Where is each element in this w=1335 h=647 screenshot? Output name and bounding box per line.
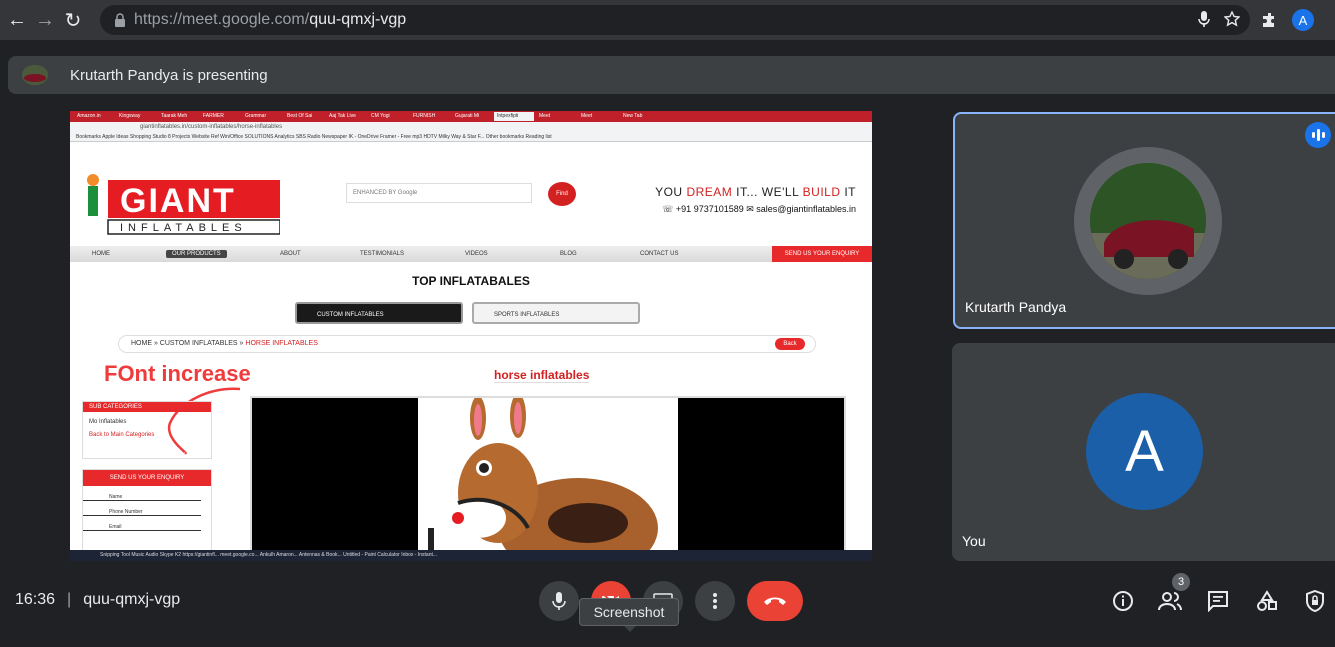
meeting-time: 16:36 — [15, 591, 56, 608]
site-search-input[interactable]: ENHANCED BY Google — [346, 183, 532, 203]
shapes-icon — [1257, 590, 1277, 611]
host-controls-button[interactable] — [1302, 588, 1328, 614]
site-nav-products[interactable]: OUR PRODUCTS — [166, 250, 227, 258]
site-nav-testimonials[interactable]: TESTIMONIALS — [360, 251, 404, 257]
more-vertical-icon — [713, 593, 717, 609]
name-field[interactable]: Name — [83, 494, 201, 501]
sub-categories-box: SUB CATEGORIES Mo Inflatables Back to Ma… — [82, 401, 212, 459]
site-nav-home[interactable]: HOME — [92, 251, 110, 257]
lock-icon — [115, 13, 125, 27]
shared-browser-tab: Amazon.in — [77, 113, 101, 119]
svg-text:INFLATABLES: INFLATABLES — [120, 222, 247, 234]
shared-browser-tab: Meet — [581, 113, 593, 119]
site-find-button[interactable]: Find — [548, 182, 576, 206]
site-nav-about[interactable]: ABOUT — [280, 251, 301, 257]
page-heading: horse inflatables — [494, 368, 590, 383]
participant-tile-presenter[interactable]: Krutarth Pandya — [953, 112, 1335, 329]
activities-button[interactable] — [1254, 588, 1280, 614]
hang-up-icon — [764, 597, 786, 605]
site-nav: HOME OUR PRODUCTS ABOUT TESTIMONIALS VID… — [70, 246, 872, 262]
site-nav-contact[interactable]: CONTACT US — [640, 251, 678, 257]
participants-button[interactable] — [1157, 588, 1183, 614]
participant-tile-self[interactable]: A You — [952, 343, 1335, 561]
microphone-icon[interactable] — [1198, 11, 1210, 27]
microphone-icon — [552, 592, 566, 610]
site-nav-blog[interactable]: BLOG — [560, 251, 577, 257]
chat-button[interactable] — [1205, 588, 1231, 614]
shared-browser-tab: Intpexfipti — [494, 112, 534, 121]
meeting-code: quu-qmxj-vgp — [83, 591, 181, 608]
enquiry-form: SEND US YOUR ENQUIRY Name Phone Number E… — [82, 469, 212, 561]
sports-inflatables-tab[interactable]: SPORTS INFLATABLES — [472, 302, 640, 324]
email-field[interactable]: Email — [83, 524, 201, 531]
site-breadcrumb: HOME » CUSTOM INFLATABLES » HORSE INFLAT… — [118, 335, 816, 353]
shared-browser-tab: Gujarati Mi — [455, 113, 480, 119]
giant-logo: GIANT INFLATABLES — [80, 170, 281, 238]
custom-inflatables-tab[interactable]: CUSTOM INFLATABLES — [295, 302, 463, 324]
back-to-main-link[interactable]: Back to Main Categories — [83, 432, 211, 438]
site-nav-videos[interactable]: VIDEOS — [465, 251, 488, 257]
leave-call-button[interactable] — [747, 581, 803, 621]
participant-avatar — [1074, 147, 1222, 295]
sub-category-item[interactable]: Mo Inflatables — [83, 419, 211, 425]
site-enquiry-button[interactable]: SEND US YOUR ENQUIRY — [772, 246, 872, 262]
bookmark-star-icon[interactable] — [1224, 11, 1240, 27]
presenter-avatar — [22, 65, 48, 85]
back-button[interactable]: Back — [775, 338, 805, 350]
site-tagline: YOU DREAM IT... WE'LL BUILD IT — [655, 185, 856, 199]
presenting-banner: Krutarth Pandya is presenting — [8, 56, 1335, 94]
shared-screen: Amazon.in Kingsway Taarak Meh FARMER Grammar… — [70, 111, 872, 561]
shared-browser-tab: Best Of Sai — [287, 113, 313, 119]
site-header: GIANT INFLATABLES ENHANCED BY Google Fin… — [70, 152, 872, 242]
phone-field[interactable]: Phone Number — [83, 509, 201, 516]
microphone-button[interactable] — [539, 581, 579, 621]
shared-browser-tab: New Tab — [623, 113, 643, 119]
people-icon — [1158, 592, 1182, 611]
self-avatar: A — [1086, 393, 1203, 510]
reload-icon[interactable]: ↻ — [62, 9, 84, 32]
back-icon[interactable]: ← — [6, 9, 28, 31]
address-bar[interactable]: https://meet.google.com/quu-qmxj-vgp — [100, 5, 1250, 35]
participant-name: Krutarth Pandya — [965, 299, 1067, 315]
shared-browser-tab: Grammar — [245, 113, 267, 119]
profile-avatar[interactable]: A — [1292, 9, 1314, 31]
forward-icon[interactable]: → — [34, 9, 56, 31]
shared-bookmarks-bar: Bookmarks Apple Ideas Shopping Studio 8 … — [70, 132, 872, 142]
meeting-info: 16:36 | quu-qmxj-vgp — [15, 591, 181, 608]
enquiry-form-header: SEND US YOUR ENQUIRY — [83, 470, 211, 486]
shared-browser-tab: CM Yogi — [371, 113, 390, 119]
shared-browser-tabs: Amazon.in Kingsway Taarak Meh FARMER Grammar… — [70, 111, 872, 122]
screenshot-tooltip: Screenshot — [579, 598, 679, 632]
horse-inflatable-image — [418, 398, 678, 561]
shared-browser-tab: Meet — [539, 113, 551, 119]
shared-browser-tab: Taarak Meh — [161, 113, 188, 119]
info-icon — [1113, 591, 1133, 611]
url-text: https://meet.google.com/quu-qmxj-vgp — [134, 11, 407, 28]
self-name: You — [962, 533, 986, 549]
shared-browser-tab: FURNISH — [413, 113, 436, 119]
presenting-text: Krutarth Pandya is presenting — [70, 66, 268, 84]
site-contact: ☏ +91 9737101589 ✉ sales@giantinflatable… — [662, 204, 856, 214]
speaking-indicator-icon — [1305, 122, 1331, 148]
browser-toolbar: ← → ↻ https://meet.google.com/quu-qmxj-v… — [0, 0, 1335, 40]
chat-icon — [1208, 591, 1228, 612]
shared-address-bar: giantinflatables.in/custom-inflatables/h… — [70, 122, 872, 132]
product-video[interactable] — [250, 396, 846, 561]
svg-text:GIANT: GIANT — [120, 182, 236, 220]
shared-taskbar: Snipping Tool Music Audio Skype K2 https… — [70, 550, 872, 561]
meeting-details-button[interactable] — [1110, 588, 1136, 614]
shared-browser-tab: Kingsway — [119, 113, 141, 119]
shield-lock-icon — [1306, 590, 1324, 612]
section-title: TOP INFLATABALES — [412, 274, 530, 288]
sub-categories-header: SUB CATEGORIES — [83, 402, 211, 412]
shared-browser-tab: Aaj Tak Live — [329, 113, 356, 119]
more-options-button[interactable] — [695, 581, 735, 621]
shared-browser-tab: FARMER — [203, 113, 224, 119]
extensions-icon[interactable] — [1262, 12, 1278, 28]
